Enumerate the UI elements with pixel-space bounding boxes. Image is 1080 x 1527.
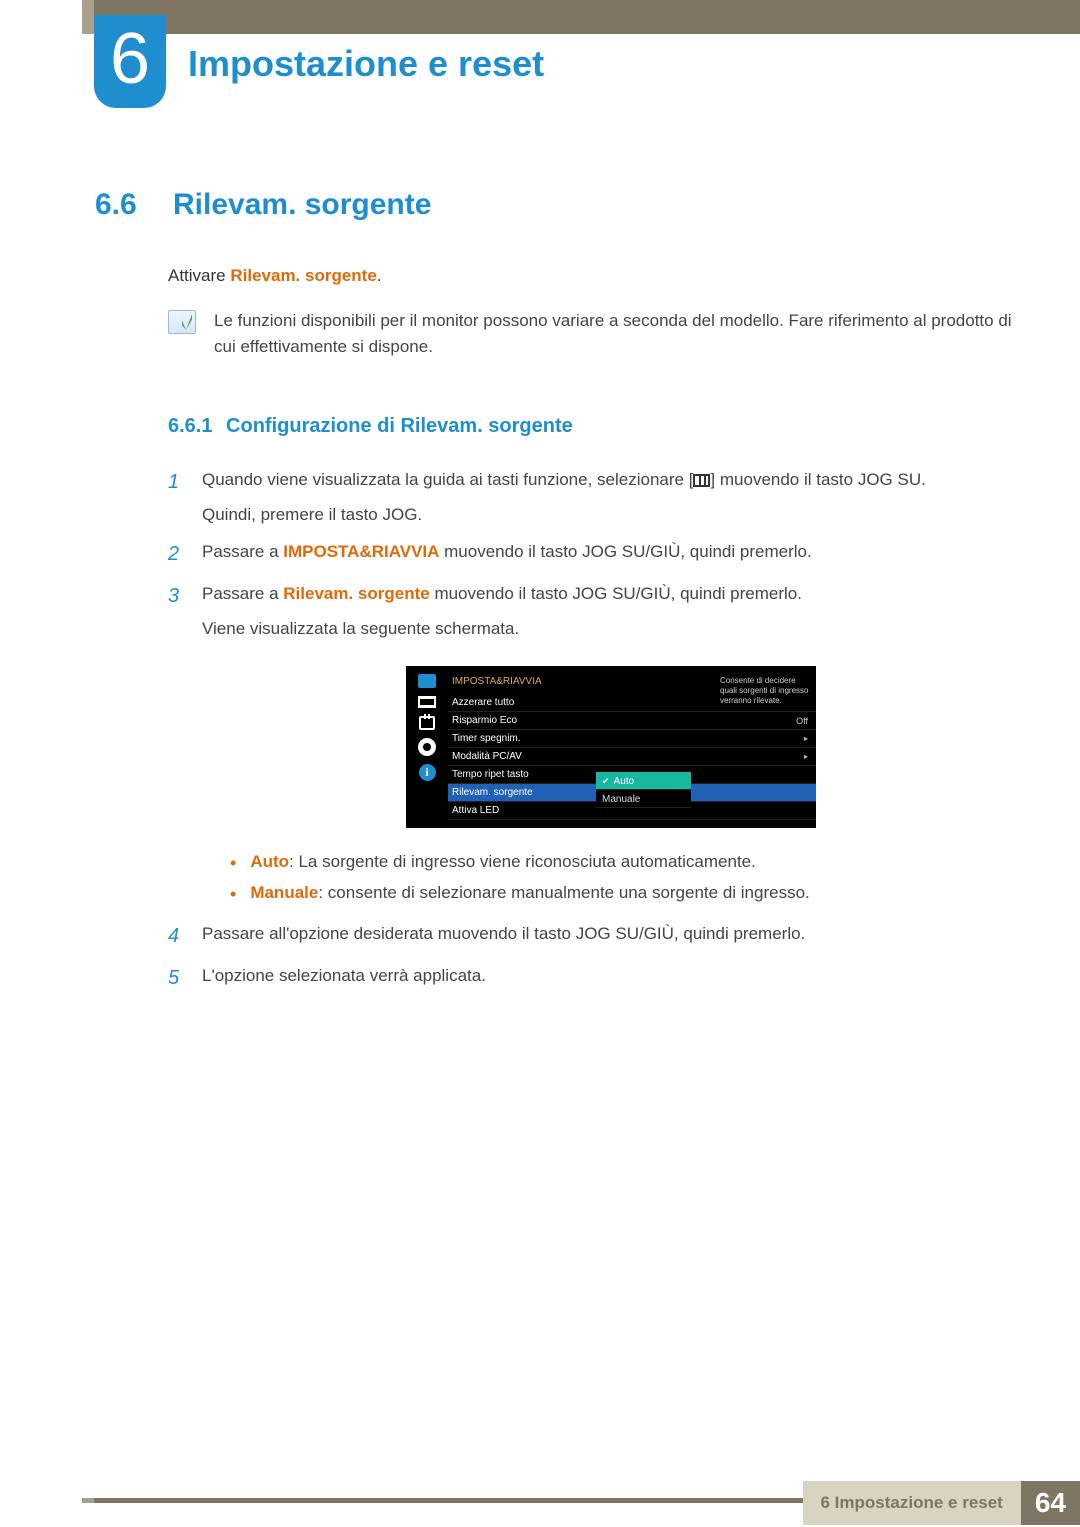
step-number: 2 xyxy=(168,538,184,570)
step-2: 2 Passare a IMPOSTA&RIAVVIA muovendo il … xyxy=(168,538,1020,570)
chevron-right-icon: ▸ xyxy=(804,751,808,764)
bullet-text: : La sorgente di ingresso viene riconosc… xyxy=(289,852,756,871)
osd-label: Attiva LED xyxy=(452,803,499,819)
bullet-icon: • xyxy=(230,848,236,879)
footer-chapter-title: 6 Impostazione e reset xyxy=(803,1481,1021,1525)
osd-label: Risparmio Eco xyxy=(452,713,517,729)
step-3-b: muovendo il tasto JOG SU/GIÙ, quindi pre… xyxy=(430,584,802,603)
chapter-number-badge: 6 xyxy=(94,15,166,108)
display-icon xyxy=(418,674,436,688)
step-3-emph: Rilevam. sorgente xyxy=(283,584,429,603)
bullet-emph: Auto xyxy=(250,852,289,871)
intro-suffix: . xyxy=(377,266,382,285)
osd-label: Azzerare tutto xyxy=(452,695,514,711)
osd-row: Timer spegnim. ▸ xyxy=(448,730,816,748)
osd-row: Modalità PC/AV ▸ xyxy=(448,748,816,766)
image-icon xyxy=(418,696,436,708)
step-body: Quando viene visualizzata la guida ai ta… xyxy=(202,466,1020,528)
step-number: 1 xyxy=(168,466,184,528)
note-text: Le funzioni disponibili per il monitor p… xyxy=(214,308,1020,361)
info-icon: i xyxy=(419,764,436,781)
header-bar-accent xyxy=(82,0,94,34)
bullet-manuale: • Manuale: consente di selezionare manua… xyxy=(230,879,1020,910)
step-1-a: Quando viene visualizzata la guida ai ta… xyxy=(202,470,693,489)
section-number: 6.6 xyxy=(95,188,145,222)
step-1-c: Quindi, premere il tasto JOG. xyxy=(202,501,1020,528)
osd-label: Modalità PC/AV xyxy=(452,749,522,765)
osd-label: Rilevam. sorgente xyxy=(452,785,533,801)
intro-line: Attivare Rilevam. sorgente. xyxy=(168,266,1020,286)
step-1: 1 Quando viene visualizzata la guida ai … xyxy=(168,466,1020,528)
chevron-right-icon: ▸ xyxy=(804,733,808,746)
osd-popup-option-selected: Auto xyxy=(596,772,691,790)
step-1-b: ] muovendo il tasto JOG SU. xyxy=(710,470,925,489)
footer-bar-accent xyxy=(82,1498,94,1503)
bullet-emph: Manuale xyxy=(250,883,318,902)
page-number: 64 xyxy=(1021,1481,1080,1525)
footer: 6 Impostazione e reset 64 xyxy=(0,1487,1080,1527)
osd-popup: Auto Manuale xyxy=(596,772,691,808)
osd-sidebar: i xyxy=(406,666,448,828)
subsection-heading: 6.6.1 Configurazione di Rilevam. sorgent… xyxy=(168,415,1020,438)
section-heading: 6.6 Rilevam. sorgente xyxy=(95,188,1020,222)
footer-right: 6 Impostazione e reset 64 xyxy=(803,1479,1080,1527)
timer-icon xyxy=(419,716,435,730)
osd-description: Consente di decidere quali sorgenti di i… xyxy=(720,676,810,706)
osd-label: Timer spegnim. xyxy=(452,731,521,747)
step-3-a: Passare a xyxy=(202,584,283,603)
osd-screenshot: i IMPOSTA&RIAVVIA Azzerare tutto Risparm… xyxy=(406,666,816,828)
chapter-number: 6 xyxy=(110,23,150,95)
step-number: 4 xyxy=(168,920,184,952)
step-body: Passare all'opzione desiderata muovendo … xyxy=(202,920,1020,952)
intro-emphasis: Rilevam. sorgente xyxy=(230,266,376,285)
step-3: 3 Passare a Rilevam. sorgente muovendo i… xyxy=(168,580,1020,910)
step-body: L'opzione selezionata verrà applicata. xyxy=(202,962,1020,994)
gear-icon xyxy=(418,738,436,756)
step-3-c: Viene visualizzata la seguente schermata… xyxy=(202,615,1020,642)
step-number: 5 xyxy=(168,962,184,994)
step-4: 4 Passare all'opzione desiderata muovend… xyxy=(168,920,1020,952)
bullet-text: : consente di selezionare manualmente un… xyxy=(318,883,809,902)
step-2-emph: IMPOSTA&RIAVVIA xyxy=(283,542,439,561)
subsection-title: Configurazione di Rilevam. sorgente xyxy=(226,415,573,437)
osd-value: Off xyxy=(796,714,808,728)
note-block: Le funzioni disponibili per il monitor p… xyxy=(168,308,1020,361)
osd-label: Tempo ripet tasto xyxy=(452,767,529,783)
step-body: Passare a Rilevam. sorgente muovendo il … xyxy=(202,580,1020,910)
menu-icon xyxy=(693,474,710,487)
header-bar xyxy=(82,0,1080,34)
steps-list: 1 Quando viene visualizzata la guida ai … xyxy=(168,466,1020,994)
step-2-b: muovendo il tasto JOG SU/GIÙ, quindi pre… xyxy=(439,542,811,561)
bullet-auto: • Auto: La sorgente di ingresso viene ri… xyxy=(230,848,1020,879)
chapter-title: Impostazione e reset xyxy=(188,43,544,85)
step-body: Passare a IMPOSTA&RIAVVIA muovendo il ta… xyxy=(202,538,1020,570)
subsection-number: 6.6.1 xyxy=(168,415,212,437)
intro-prefix: Attivare xyxy=(168,266,230,285)
step-2-a: Passare a xyxy=(202,542,283,561)
osd-row: Risparmio Eco Off xyxy=(448,712,816,730)
option-bullets: • Auto: La sorgente di ingresso viene ri… xyxy=(230,848,1020,909)
step-number: 3 xyxy=(168,580,184,910)
step-5: 5 L'opzione selezionata verrà applicata. xyxy=(168,962,1020,994)
content: 6.6 Rilevam. sorgente Attivare Rilevam. … xyxy=(95,188,1020,1004)
section-title: Rilevam. sorgente xyxy=(173,188,431,222)
osd-popup-option: Manuale xyxy=(596,790,691,808)
bullet-icon: • xyxy=(230,879,236,910)
note-icon xyxy=(168,310,196,334)
